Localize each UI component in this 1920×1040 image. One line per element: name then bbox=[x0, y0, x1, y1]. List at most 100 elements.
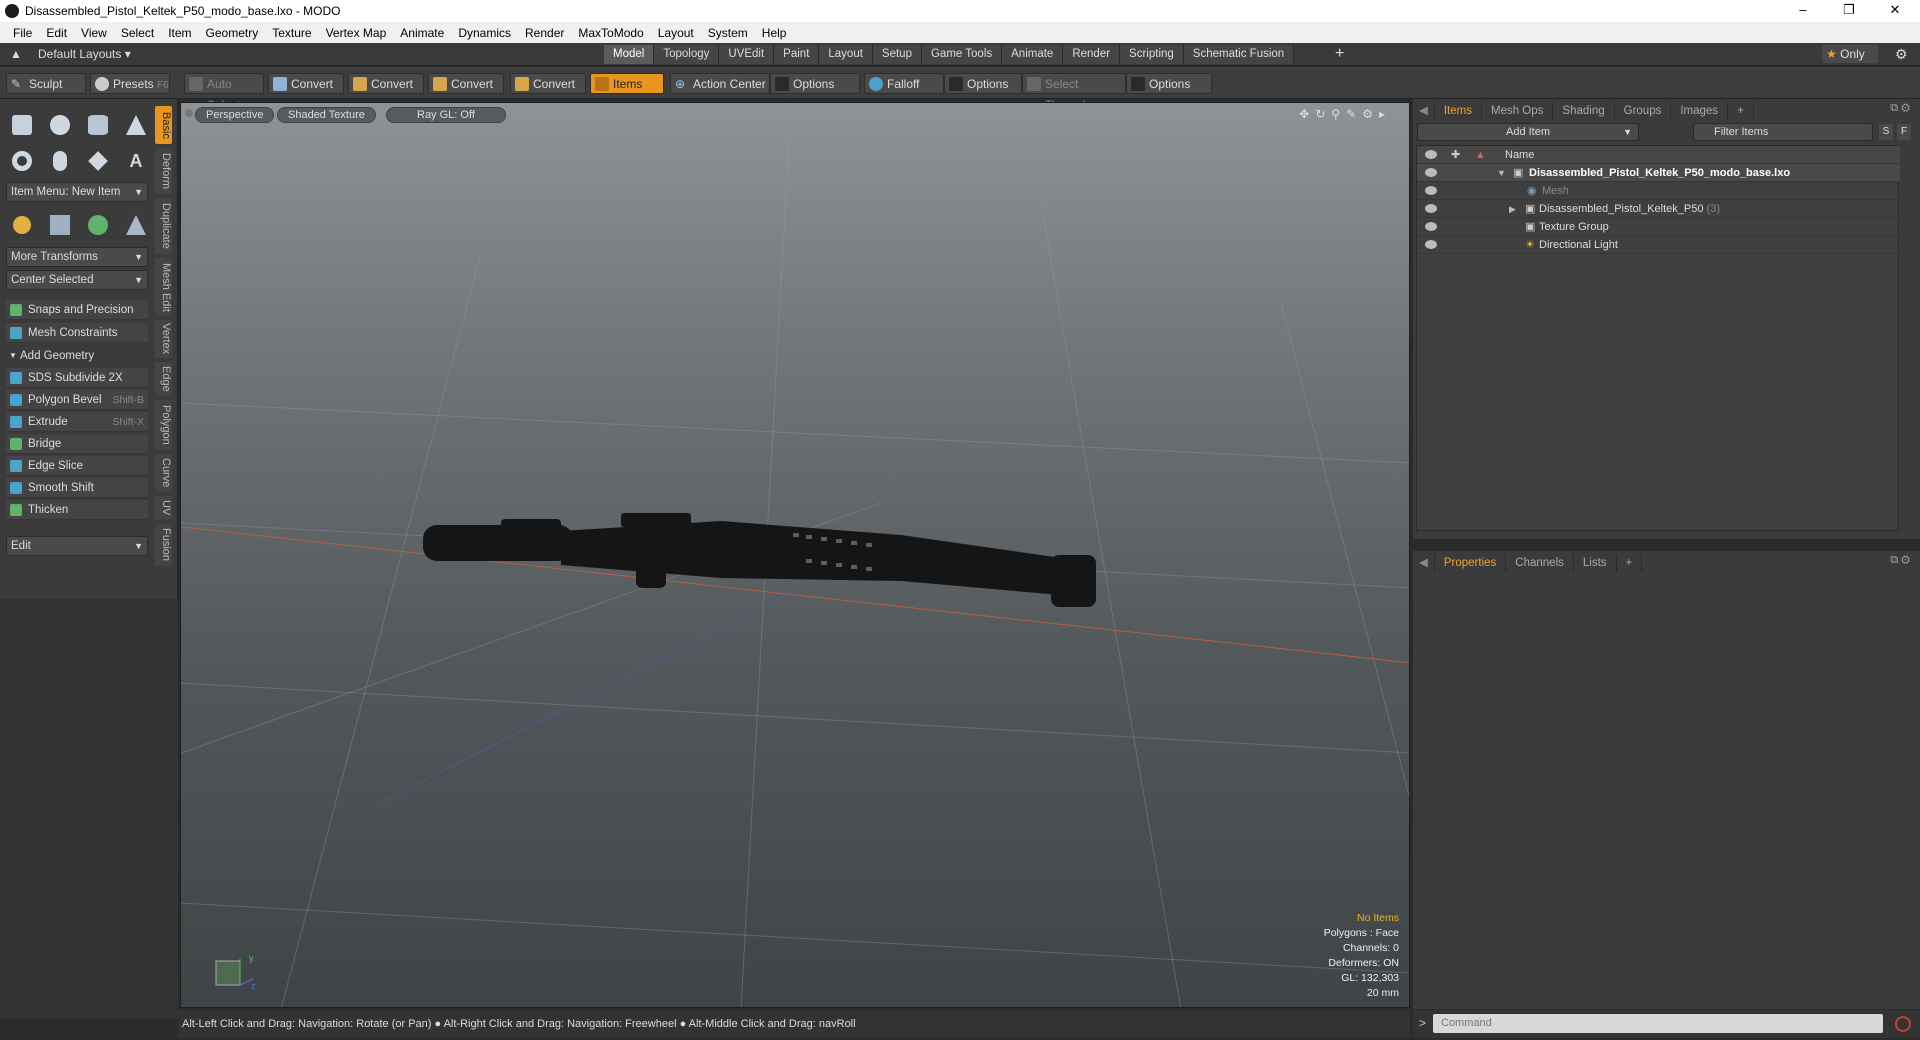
menu-file[interactable]: File bbox=[6, 26, 39, 40]
menu-layout[interactable]: Layout bbox=[651, 26, 701, 40]
menu-animate[interactable]: Animate bbox=[393, 26, 451, 40]
tree-row-group[interactable]: ▶ ▣ Disassembled_Pistol_Keltek_P50 (3) bbox=[1417, 200, 1900, 218]
restore-button[interactable]: ❐ bbox=[1826, 0, 1872, 22]
cone-icon[interactable] bbox=[120, 109, 152, 141]
plane-icon[interactable] bbox=[120, 209, 152, 241]
items-mode-button[interactable]: Items bbox=[590, 73, 664, 94]
menu-help[interactable]: Help bbox=[755, 26, 794, 40]
collapsed-triangle-icon[interactable]: ▶ bbox=[1509, 200, 1516, 218]
convert-button-2[interactable]: Convert bbox=[348, 73, 424, 94]
eye-icon[interactable] bbox=[1425, 240, 1437, 249]
menu-item[interactable]: Item bbox=[161, 26, 198, 40]
text-tool-icon[interactable]: A bbox=[120, 145, 152, 177]
vtab-polygon[interactable]: Polygon bbox=[155, 400, 172, 450]
tab-items[interactable]: Items bbox=[1435, 102, 1482, 120]
only-toggle[interactable]: ★ Only bbox=[1822, 45, 1878, 63]
more-transforms-dropdown[interactable]: More Transforms ▼ bbox=[6, 247, 148, 267]
vtab-fusion[interactable]: Fusion bbox=[155, 524, 172, 566]
cube-icon[interactable] bbox=[6, 109, 38, 141]
eye-icon[interactable] bbox=[1425, 222, 1437, 231]
mesh-item-icon[interactable] bbox=[44, 209, 76, 241]
torus-icon[interactable] bbox=[6, 145, 38, 177]
perspective-button[interactable]: Perspective bbox=[195, 107, 275, 123]
tab-lists[interactable]: Lists bbox=[1574, 554, 1617, 572]
vtab-mesh-edit[interactable]: Mesh Edit bbox=[155, 258, 172, 316]
tab-properties[interactable]: Properties bbox=[1435, 554, 1507, 572]
tab-channels[interactable]: Channels bbox=[1506, 554, 1574, 572]
thicken-button[interactable]: Thicken bbox=[6, 500, 148, 520]
tab-game-tools[interactable]: Game Tools bbox=[921, 45, 1003, 64]
shading-button[interactable]: Shaded Texture bbox=[277, 107, 376, 123]
polygon-bevel-button[interactable]: Polygon Bevel Shift-B bbox=[6, 390, 148, 410]
edit-dropdown[interactable]: Edit ▼ bbox=[6, 536, 148, 556]
smooth-shift-button[interactable]: Smooth Shift bbox=[6, 478, 148, 498]
tree-row-light[interactable]: ☀ Directional Light bbox=[1417, 236, 1900, 254]
pistol-model[interactable] bbox=[423, 513, 1096, 607]
add-tab-button[interactable]: + bbox=[1335, 45, 1344, 63]
record-icon[interactable] bbox=[1895, 1016, 1911, 1032]
tab-setup[interactable]: Setup bbox=[872, 45, 922, 64]
auto-select-button[interactable]: Auto Select bbox=[184, 73, 264, 112]
filter-f-button[interactable]: F bbox=[1897, 124, 1911, 140]
globe-icon[interactable] bbox=[82, 209, 114, 241]
viewport-menu-icon[interactable] bbox=[185, 109, 193, 117]
tab-render[interactable]: Render bbox=[1063, 45, 1121, 64]
tab-topology[interactable]: Topology bbox=[654, 45, 720, 64]
tab-schematic-fusion[interactable]: Schematic Fusion bbox=[1183, 45, 1295, 64]
item-menu-dropdown[interactable]: Item Menu: New Item ▼ bbox=[6, 182, 148, 202]
menu-dynamics[interactable]: Dynamics bbox=[451, 26, 518, 40]
sphere-icon[interactable] bbox=[44, 109, 76, 141]
sds-subdivide-button[interactable]: SDS Subdivide 2X bbox=[6, 368, 148, 388]
raygl-button[interactable]: Ray GL: Off bbox=[386, 107, 506, 123]
menu-system[interactable]: System bbox=[701, 26, 755, 40]
locator-icon[interactable] bbox=[6, 209, 38, 241]
menu-vertex-map[interactable]: Vertex Map bbox=[319, 26, 394, 40]
tab-groups[interactable]: Groups bbox=[1615, 102, 1672, 120]
capsule-icon[interactable] bbox=[44, 145, 76, 177]
vtab-basic[interactable]: Basic bbox=[155, 106, 172, 144]
menu-select[interactable]: Select bbox=[114, 26, 161, 40]
tab-scripting[interactable]: Scripting bbox=[1120, 45, 1184, 64]
vtab-duplicate[interactable]: Duplicate bbox=[155, 198, 172, 254]
convert-button-4[interactable]: Convert bbox=[510, 73, 586, 94]
convert-button-1[interactable]: Convert bbox=[268, 73, 344, 94]
minimize-button[interactable]: – bbox=[1780, 0, 1826, 22]
falloff-options-checkbox[interactable] bbox=[949, 77, 963, 91]
tree-row-texture-group[interactable]: ▣ Texture Group bbox=[1417, 218, 1900, 236]
filter-items-input[interactable]: Filter Items bbox=[1693, 123, 1873, 141]
falloff-options-button[interactable]: Options bbox=[944, 73, 1022, 94]
action-center-options-button[interactable]: Options bbox=[770, 73, 860, 94]
menu-geometry[interactable]: Geometry bbox=[199, 26, 266, 40]
menu-view[interactable]: View bbox=[74, 26, 114, 40]
select-options-checkbox[interactable] bbox=[1131, 77, 1145, 91]
panel-options-icon[interactable]: ⧉ ⚙ bbox=[1890, 102, 1910, 115]
props-menu-icon[interactable]: ◀ bbox=[1413, 554, 1435, 572]
tab-uvedit[interactable]: UVEdit bbox=[719, 45, 775, 64]
snaps-precision-button[interactable]: Snaps and Precision bbox=[6, 300, 148, 320]
3d-viewport[interactable]: y z Perspective Shaded Texture Ray GL: O… bbox=[180, 102, 1410, 1008]
menu-texture[interactable]: Texture bbox=[265, 26, 318, 40]
eye-icon[interactable] bbox=[1425, 204, 1437, 213]
viewport-nav-icons[interactable]: ✥↻⚲✎⚙▸ bbox=[1299, 107, 1391, 121]
bridge-button[interactable]: Bridge bbox=[6, 434, 148, 454]
edge-slice-button[interactable]: Edge Slice bbox=[6, 456, 148, 476]
filter-s-button[interactable]: S bbox=[1879, 124, 1893, 140]
add-geometry-header[interactable]: ▼ Add Geometry bbox=[6, 346, 148, 366]
name-column-header[interactable]: Name bbox=[1505, 146, 1534, 164]
layouts-dropdown[interactable]: Default Layouts ▾ bbox=[38, 45, 131, 63]
close-button[interactable]: ✕ bbox=[1872, 0, 1918, 22]
action-center-button[interactable]: ⊕ Action Center bbox=[670, 73, 770, 94]
mesh-constraints-button[interactable]: Mesh Constraints bbox=[6, 323, 148, 343]
add-item-dropdown[interactable]: Add Item ▼ bbox=[1417, 123, 1639, 141]
tab-mesh-ops[interactable]: Mesh Ops bbox=[1482, 102, 1554, 120]
pen-tool-icon[interactable] bbox=[82, 145, 114, 177]
select-options-button[interactable]: Options bbox=[1126, 73, 1212, 94]
center-selected-dropdown[interactable]: Center Selected ▼ bbox=[6, 270, 148, 290]
menu-edit[interactable]: Edit bbox=[39, 26, 74, 40]
tab-images[interactable]: Images bbox=[1671, 102, 1729, 120]
menu-maxtomodo[interactable]: MaxToModo bbox=[571, 26, 650, 40]
cylinder-icon[interactable] bbox=[82, 109, 114, 141]
vtab-curve[interactable]: Curve bbox=[155, 454, 172, 492]
vtab-uv[interactable]: UV bbox=[155, 496, 172, 520]
extrude-button[interactable]: Extrude Shift-X bbox=[6, 412, 148, 432]
